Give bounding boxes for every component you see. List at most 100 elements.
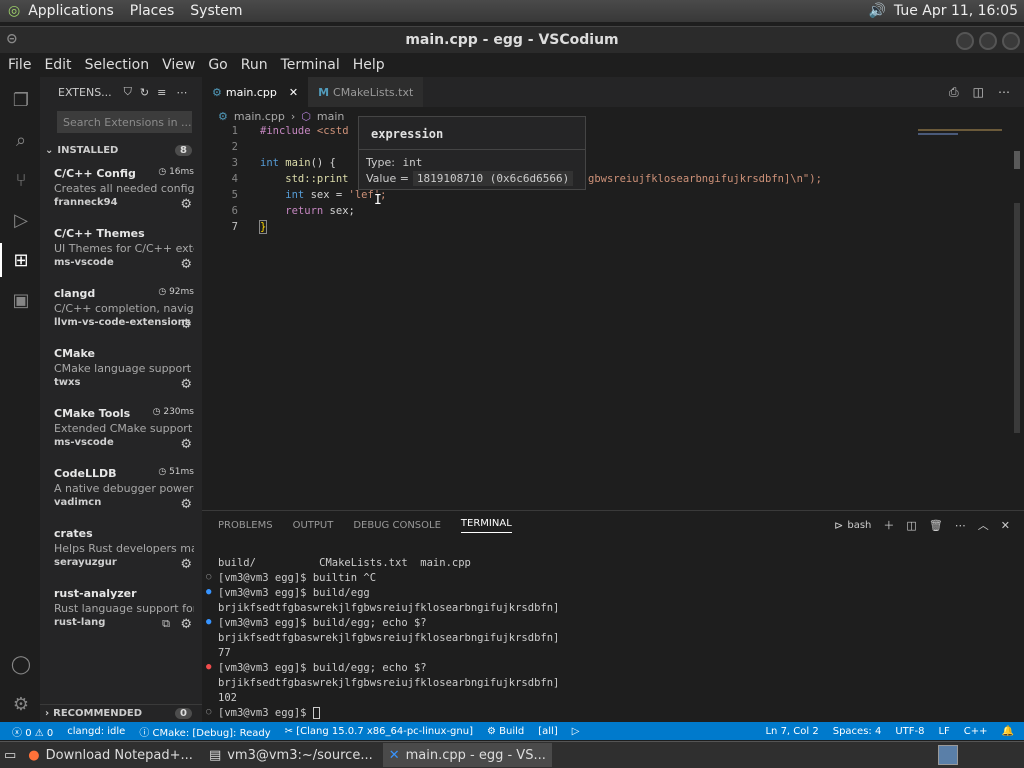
notifications-bell-icon[interactable]: 🔔	[1002, 726, 1014, 737]
menu-selection[interactable]: Selection	[85, 57, 150, 73]
source-control-icon[interactable]: ⑂	[10, 169, 32, 191]
line-ending[interactable]: LF	[938, 726, 949, 737]
tab-problems[interactable]: PROBLEMS	[218, 520, 273, 531]
tab-debug-console[interactable]: DEBUG CONSOLE	[353, 520, 441, 531]
manage-gear-icon[interactable]: ⚙	[180, 617, 192, 632]
menu-run[interactable]: Run	[241, 57, 268, 73]
applications-menu[interactable]: Applications	[28, 3, 114, 19]
cursor-position[interactable]: Ln 7, Col 2	[765, 726, 818, 737]
clear-icon[interactable]: ≡	[157, 86, 166, 99]
code-token: () {	[310, 157, 336, 169]
extension-item[interactable]: crates Helps Rust developers ma... seray…	[40, 521, 202, 581]
system-menu[interactable]: System	[190, 3, 242, 19]
taskbar-vscodium[interactable]: ✕ main.cpp - egg - VS...	[382, 743, 552, 767]
remote-explorer-icon[interactable]: ▣	[10, 289, 32, 311]
places-menu[interactable]: Places	[130, 3, 175, 19]
manage-gear-icon[interactable]: ⚙	[180, 377, 192, 392]
account-icon[interactable]: ◯	[10, 653, 32, 675]
minimize-button[interactable]	[956, 32, 974, 50]
menu-go[interactable]: Go	[208, 57, 227, 73]
installed-section-header[interactable]: ⌄ INSTALLED 8	[40, 139, 202, 161]
taskbar-firefox[interactable]: ● Download Notepad+...	[22, 743, 199, 767]
more-actions-icon[interactable]: ⋯	[176, 86, 187, 99]
code-editor[interactable]: 1 2 3 4 5 6 7 #include <cstd int main() …	[202, 125, 1024, 510]
problems-status[interactable]: ⓧ 0 ⚠ 0	[12, 724, 53, 739]
tab-output[interactable]: OUTPUT	[293, 520, 334, 531]
close-window-button[interactable]	[1002, 32, 1020, 50]
manage-gear-icon[interactable]: ⚙	[180, 557, 192, 572]
extension-search-input[interactable]: Search Extensions in ...	[57, 111, 192, 133]
editor-more-icon[interactable]: ⋯	[998, 85, 1010, 99]
indentation[interactable]: Spaces: 4	[833, 726, 882, 737]
show-desktop-icon[interactable]: ▭	[4, 748, 16, 763]
build-button[interactable]: ⚙ Build	[487, 726, 524, 737]
tab-main-cpp[interactable]: ⚙ main.cpp ✕	[202, 77, 309, 107]
build-target[interactable]: [all]	[538, 726, 558, 737]
search-icon[interactable]: ⌕	[10, 129, 32, 151]
menu-view[interactable]: View	[162, 57, 195, 73]
editor-scrollbar[interactable]	[1014, 203, 1020, 433]
activation-time: ◷ 16ms	[158, 167, 194, 177]
clangd-status[interactable]: clangd: idle	[67, 726, 125, 737]
filter-icon[interactable]: ⛉	[124, 85, 132, 99]
manage-gear-icon[interactable]: ⚙	[180, 257, 192, 272]
breadcrumb-file[interactable]: main.cpp	[234, 110, 285, 123]
explorer-icon[interactable]: ❐	[10, 89, 32, 111]
menu-edit[interactable]: Edit	[44, 57, 71, 73]
tab-terminal[interactable]: TERMINAL	[460, 518, 512, 533]
menu-help[interactable]: Help	[353, 57, 385, 73]
terminal-line: brjikfsedtfgbaswrekjlfgbwsreiujfklosearb…	[218, 677, 560, 689]
menu-terminal[interactable]: Terminal	[281, 57, 340, 73]
kit-status[interactable]: ✂ [Clang 15.0.7 x86_64-pc-linux-gnu]	[285, 726, 473, 737]
new-terminal-icon[interactable]: ＋	[883, 517, 894, 533]
split-editor-icon[interactable]: ◫	[973, 85, 984, 99]
manage-gear-icon[interactable]: ⚙	[180, 317, 192, 332]
language-mode[interactable]: C++	[964, 726, 988, 737]
tab-cmakelists[interactable]: M CMakeLists.txt	[308, 77, 424, 107]
volume-icon[interactable]: 🔊	[868, 3, 885, 19]
clock[interactable]: Tue Apr 11, 16:05	[894, 3, 1018, 19]
activity-bar: ❐ ⌕ ⑂ ▷ ⊞ ▣ ◯ ⚙	[0, 77, 40, 722]
window-menu-icon[interactable]: ⊝	[6, 31, 18, 47]
manage-gear-icon[interactable]: ⚙	[180, 497, 192, 512]
extension-item[interactable]: C/C++ Themes UI Themes for C/C++ exte...…	[40, 221, 202, 281]
maximize-panel-icon[interactable]: ︿	[978, 517, 989, 533]
extension-item[interactable]: CMake CMake language support f... twxs ⚙	[40, 341, 202, 401]
refresh-icon[interactable]: ↻	[140, 86, 149, 99]
run-debug-icon[interactable]: ▷	[10, 209, 32, 231]
menu-file[interactable]: File	[8, 57, 31, 73]
window-title-bar[interactable]: ⊝ main.cpp - egg - VSCodium	[0, 26, 1024, 53]
close-tab-icon[interactable]: ✕	[289, 86, 298, 99]
breadcrumb-symbol[interactable]: main	[317, 110, 344, 123]
extension-item[interactable]: clangd C/C++ completion, navigat... llvm…	[40, 281, 202, 341]
extension-item[interactable]: CMake Tools Extended CMake support i... …	[40, 401, 202, 461]
line-number: 7	[231, 221, 238, 233]
distro-logo-icon[interactable]: ◎	[8, 3, 20, 19]
open-changes-icon[interactable]: ⎙	[949, 85, 959, 100]
trash-icon[interactable]: 🗑	[929, 519, 943, 532]
command-status-icon: ○	[206, 572, 212, 582]
workspace-switcher[interactable]	[938, 745, 958, 765]
manage-gear-icon[interactable]: ⚙	[180, 197, 192, 212]
extension-item[interactable]: rust-analyzer Rust language support for.…	[40, 581, 202, 641]
encoding[interactable]: UTF-8	[895, 726, 924, 737]
editor-scrollbar[interactable]	[1014, 151, 1020, 169]
close-panel-icon[interactable]: ✕	[1001, 519, 1010, 532]
terminal-shell[interactable]: bash	[847, 520, 871, 531]
terminal-line: [vm3@vm3 egg]$ build/egg; echo $?	[218, 662, 427, 674]
sync-icon[interactable]: ⧉	[162, 617, 170, 631]
extension-item[interactable]: CodeLLDB A native debugger powere... vad…	[40, 461, 202, 521]
settings-gear-icon[interactable]: ⚙	[10, 693, 32, 715]
split-terminal-icon[interactable]: ◫	[906, 519, 916, 532]
editor-tabs: ⚙ main.cpp ✕ M CMakeLists.txt ⎙ ◫ ⋯	[202, 77, 1024, 107]
extensions-icon[interactable]: ⊞	[10, 249, 32, 271]
maximize-button[interactable]	[979, 32, 997, 50]
recommended-section-header[interactable]: › RECOMMENDED 0	[40, 704, 202, 722]
extension-item[interactable]: C/C++ Config Creates all needed config .…	[40, 161, 202, 221]
taskbar-terminal[interactable]: ▤ vm3@vm3:~/source...	[203, 743, 379, 767]
panel-more-icon[interactable]: ⋯	[955, 519, 966, 532]
minimap[interactable]	[918, 125, 1008, 139]
cmake-status[interactable]: ⓘ CMake: [Debug]: Ready	[139, 724, 270, 739]
manage-gear-icon[interactable]: ⚙	[180, 437, 192, 452]
run-icon[interactable]: ▷	[572, 726, 580, 737]
